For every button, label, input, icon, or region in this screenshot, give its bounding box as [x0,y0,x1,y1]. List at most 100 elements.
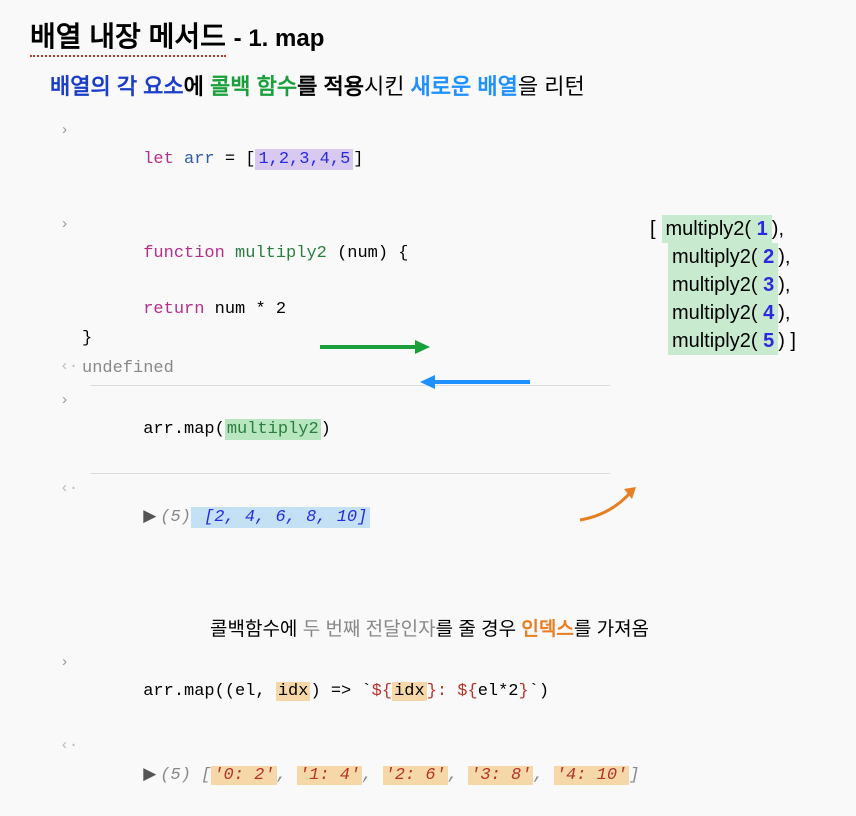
code-line: › arr.map(multiply2) [60,389,826,471]
call-num: 5 [758,330,775,352]
map-row: multiply2( 3 ), [668,271,796,299]
note-p3: 를 줄 경우 [436,619,522,640]
code-end: `) [529,682,549,701]
sub-p7: 을 리턴 [518,74,585,99]
comma: ), [778,299,790,327]
var-arr: arr [184,150,215,169]
prompt-out-icon: ‹· [60,355,82,379]
code-mid1: ) => ` [310,682,371,701]
note-text: 콜백함수에 두 번째 전달인자를 줄 경우 인덱스를 가져옴 [210,614,826,641]
array-count: (5) [160,508,191,527]
prompt-in-icon: › [60,213,82,237]
sub-p2: 에 [184,74,210,99]
kw-function: function [143,244,225,263]
expand-triangle-icon: ▶ [143,766,156,785]
tpl-expr: el*2 [478,682,519,701]
result-array: [2, 4, 6, 8, 10] [191,507,370,528]
comma: , [277,766,297,785]
kw-let: let [143,150,174,169]
open-paren: ( [215,420,225,439]
str-item: '4: 10' [554,766,629,785]
arrow-curved-orange-icon [570,485,650,525]
separator [90,473,610,474]
str-item: '1: 4' [297,766,362,785]
params: (num) { [337,244,408,263]
comma: , [533,766,553,785]
comma: ), [778,271,790,299]
map-row: multiply2( 5 ) ] [668,327,796,355]
map-row: multiply2( 4 ), [668,299,796,327]
prompt-in-icon: › [60,119,82,143]
title-main: 배열 내장 메서드 [30,15,226,57]
comma: ), [778,243,790,271]
str-item: '3: 8' [468,766,533,785]
comma: , [448,766,468,785]
arrow-right-green-icon [320,337,430,357]
array-count: (5) [160,766,191,785]
prompt-out-icon: ‹· [60,734,82,758]
map-method: map [184,420,215,439]
prompt-in-icon: › [60,651,82,675]
call-num: 1 [751,218,768,240]
code-line: ‹· ▶(5) [2, 4, 6, 8, 10] [60,477,826,559]
slide-title: 배열 내장 메서드 - 1. map [30,15,826,57]
call-text: multiply2( [666,218,752,240]
close-paren: ) [321,420,331,439]
str-item: '2: 6' [383,766,448,785]
sub-p3: 콜백 함수 [210,74,297,99]
note-p2: 두 번째 전달인자 [303,619,436,640]
close-bracket: ) ] [778,327,796,355]
tpl-open2: ${ [457,682,477,701]
call-num: 3 [758,274,775,296]
note-p1: 콜백함수에 [210,619,303,640]
call-text: multiply2( [672,330,758,352]
map-row: [ multiply2( 1 ), [650,215,796,243]
undefined-output: undefined [82,355,174,382]
comma: , [362,766,382,785]
close: ] [629,766,639,785]
code-line: › let arr = [1,2,3,4,5] [60,119,826,201]
close-brace: } [82,325,92,352]
code-line: › arr.map((el, idx) => `${idx}: ${el*2}`… [60,651,826,733]
call-text: multiply2( [672,302,758,324]
arrow-left-blue-icon [420,372,530,392]
array-literal: 1,2,3,4,5 [255,149,353,170]
return-body: num * 2 [204,300,286,319]
sub-p5: 시킨 [364,74,411,99]
note-p5: 를 가져옴 [574,619,649,640]
open-bracket: [ [650,215,656,243]
note-p4: 인덱스 [521,619,573,640]
map-row: multiply2( 2 ), [668,243,796,271]
tpl-open: ${ [372,682,392,701]
tpl-idx: idx [392,682,427,701]
call-text: multiply2( [672,274,758,296]
call-text: multiply2( [672,246,758,268]
idx-param: idx [276,682,311,701]
eq: = [215,150,246,169]
prompt-out-icon: ‹· [60,477,82,501]
sub-p6: 새로운 배열 [411,74,518,99]
comma: ), [772,215,784,243]
subtitle: 배열의 각 요소에 콜백 함수를 적용시킨 새로운 배열을 리턴 [50,69,826,101]
tpl-close: } [427,682,437,701]
callback-arg: multiply2 [225,419,321,440]
call-num: 2 [758,246,775,268]
indent [82,300,143,319]
title-sub: - 1. map [234,25,325,52]
tpl-colon: : [437,682,457,701]
kw-return: return [143,300,204,319]
prompt-in-icon: › [60,389,82,413]
tpl-close2: } [519,682,529,701]
expand-triangle-icon: ▶ [143,508,156,527]
map-call-visual: [ multiply2( 1 ), multiply2( 2 ), multip… [650,215,796,355]
code-line: ‹· ▶(5) ['0: 2', '1: 4', '2: 6', '3: 8',… [60,734,826,816]
func-name: multiply2 [225,244,337,263]
code-pre: arr.map((el, [143,682,276,701]
sub-p4: 를 적용 [297,74,364,99]
console-block-2: › arr.map((el, idx) => `${idx}: ${el*2}`… [60,651,826,816]
str-item: '0: 2' [211,766,276,785]
call-num: 4 [758,302,775,324]
separator [90,385,610,386]
arr-obj: arr. [143,420,184,439]
open-bracket: [ [245,150,255,169]
